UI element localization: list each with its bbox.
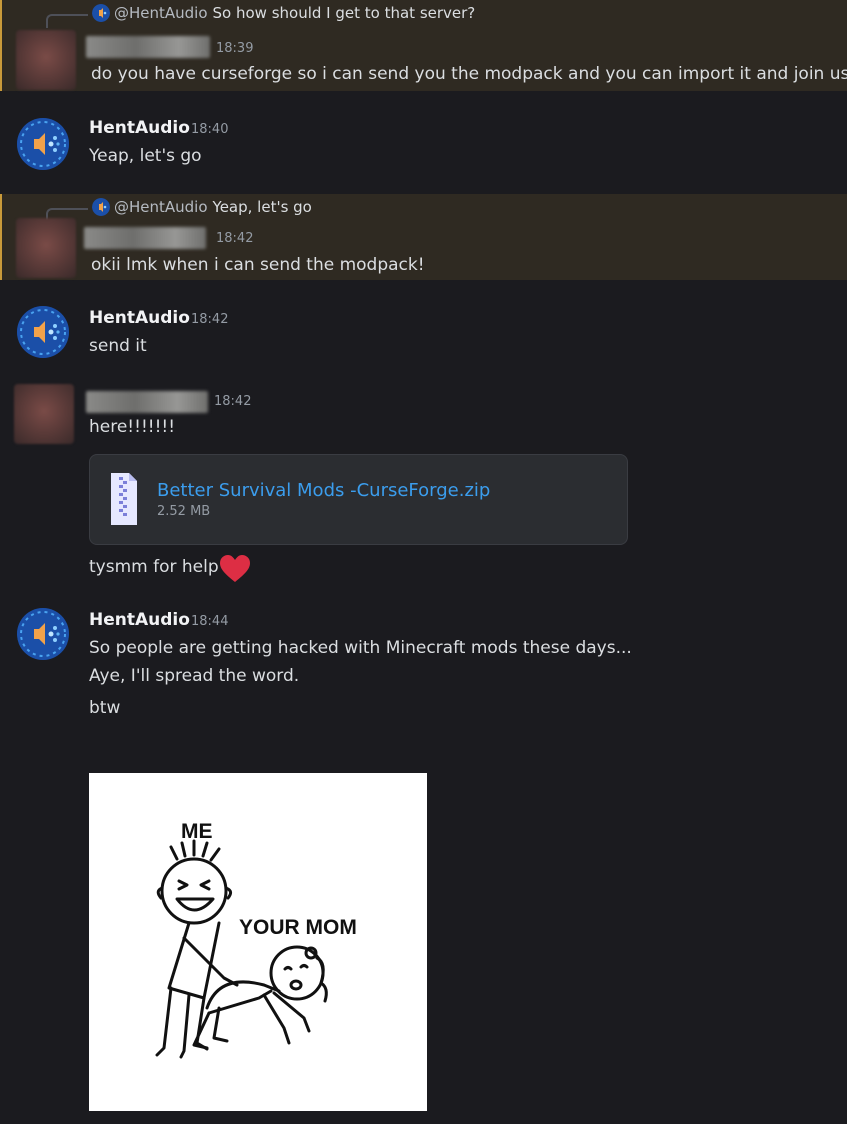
reply-mention[interactable]: @HentAudio [114, 198, 208, 216]
timestamp: 18:40 [191, 122, 229, 137]
message-text: here!!!!!!! [89, 417, 176, 437]
reply-preview[interactable]: @HentAudio Yeap, let's go [92, 198, 312, 216]
reply-text: So how should I get to that server? [212, 4, 476, 22]
timestamp: 18:39 [216, 41, 254, 56]
author-name[interactable]: HentAudio [89, 118, 190, 138]
user-avatar[interactable] [16, 218, 76, 278]
reply-connector [46, 14, 88, 28]
file-name-link[interactable]: Better Survival Mods -CurseForge.zip [157, 480, 490, 501]
username-redacted[interactable] [86, 391, 208, 413]
timestamp: 18:42 [191, 312, 229, 327]
message-text: okii lmk when i can send the modpack! [91, 255, 425, 275]
user-avatar[interactable] [14, 384, 74, 444]
hentaudio-avatar[interactable] [17, 306, 69, 358]
author-name[interactable]: HentAudio [89, 308, 190, 328]
zip-file-icon [111, 473, 137, 525]
hentaudio-avatar[interactable] [17, 608, 69, 660]
reply-mention[interactable]: @HentAudio [114, 4, 208, 22]
message-line: Aye, I'll spread the word. [89, 666, 300, 686]
reply-text: Yeap, let's go [212, 198, 312, 216]
message-text: do you have curseforge so i can send you… [91, 64, 847, 84]
timestamp: 18:44 [191, 614, 229, 629]
message[interactable]: HentAudio 18:40 Yeap, let's go [0, 108, 847, 180]
message[interactable]: HentAudio 18:42 send it [0, 298, 847, 368]
file-attachment[interactable]: Better Survival Mods -CurseForge.zip 2.5… [89, 454, 628, 545]
message-text: Yeap, let's go [89, 146, 202, 166]
hentaudio-avatar[interactable] [17, 118, 69, 170]
timestamp: 18:42 [214, 394, 252, 409]
hentaudio-mini-avatar [92, 198, 110, 216]
timestamp: 18:42 [216, 231, 254, 246]
message-text: tysmm for help [89, 557, 219, 577]
hentaudio-mini-avatar [92, 4, 110, 22]
message-reply-highlighted[interactable]: @HentAudio Yeap, let's go 18:42 okii lmk… [0, 194, 847, 280]
file-size: 2.52 MB [157, 504, 211, 519]
message-line: btw [89, 698, 121, 718]
user-avatar[interactable] [16, 30, 76, 90]
username-redacted[interactable] [86, 36, 210, 58]
username-redacted[interactable] [84, 227, 206, 249]
message-text: send it [89, 336, 147, 356]
message-reply-highlighted[interactable]: @HentAudio So how should I get to that s… [0, 0, 847, 91]
stick-figure-drawing [155, 839, 328, 1059]
message-line: So people are getting hacked with Minecr… [89, 638, 632, 658]
image-attachment[interactable]: ME YOUR MOM [89, 773, 427, 1111]
heart-emoji [220, 555, 250, 582]
author-name[interactable]: HentAudio [89, 610, 190, 630]
reply-preview[interactable]: @HentAudio So how should I get to that s… [92, 4, 475, 22]
